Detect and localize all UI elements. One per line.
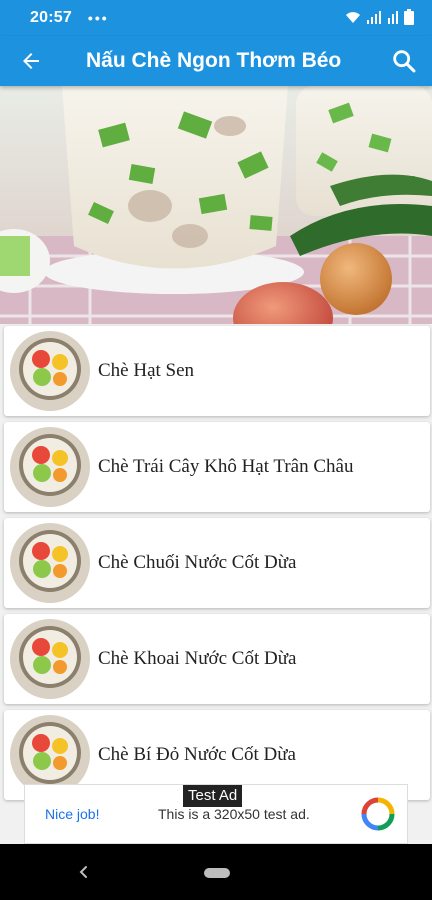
dessert-banner-image: [0, 86, 432, 324]
status-bar: 20:57 •••: [0, 0, 432, 36]
page-title: Nấu Chè Ngon Thơm Béo: [86, 49, 342, 72]
recipe-title: Chè Trái Cây Khô Hạt Trân Châu: [98, 456, 354, 477]
ad-description: This is a 320x50 test ad.: [158, 806, 310, 822]
recipe-title: Chè Hạt Sen: [98, 360, 195, 381]
status-overflow-icon: •••: [87, 10, 109, 26]
battery-icon: [404, 9, 414, 25]
app-bar: Nấu Chè Ngon Thơm Béo: [0, 36, 432, 86]
status-system-icons: [345, 9, 414, 25]
recipe-thumbnail-image: [10, 331, 90, 411]
recipe-title: Chè Bí Đỏ Nước Cốt Dừa: [98, 744, 296, 765]
signal-icon: [388, 11, 398, 24]
back-button[interactable]: [0, 36, 62, 86]
recipe-card[interactable]: Chè Khoai Nước Cốt Dừa: [4, 614, 430, 704]
recipe-thumbnail-image: [10, 427, 90, 507]
nav-home-pill-icon[interactable]: [204, 868, 230, 878]
search-icon: [393, 50, 416, 73]
recipe-card[interactable]: Chè Trái Cây Khô Hạt Trân Châu: [4, 422, 430, 512]
recipe-thumbnail-image: [10, 523, 90, 603]
recipe-card[interactable]: Chè Hạt Sen: [4, 326, 430, 416]
ad-headline[interactable]: Nice job!: [45, 806, 99, 822]
ad-tag-label: Test Ad: [183, 785, 243, 807]
search-button[interactable]: [390, 47, 418, 75]
hero-banner: [0, 86, 432, 324]
signal-icon: [367, 11, 381, 24]
system-nav-bar: [0, 844, 432, 900]
recipe-thumbnail-image: [10, 619, 90, 699]
recipe-card[interactable]: Chè Chuối Nước Cốt Dừa: [4, 518, 430, 608]
recipe-title: Chè Khoai Nước Cốt Dừa: [98, 648, 297, 669]
ad-choices-logo-icon[interactable]: [361, 797, 395, 831]
wifi-icon: [346, 12, 360, 23]
nav-back-icon[interactable]: [74, 862, 94, 882]
arrow-left-icon: [23, 53, 39, 69]
recipe-title: Chè Chuối Nước Cốt Dừa: [98, 552, 297, 573]
status-time: 20:57: [30, 9, 72, 26]
